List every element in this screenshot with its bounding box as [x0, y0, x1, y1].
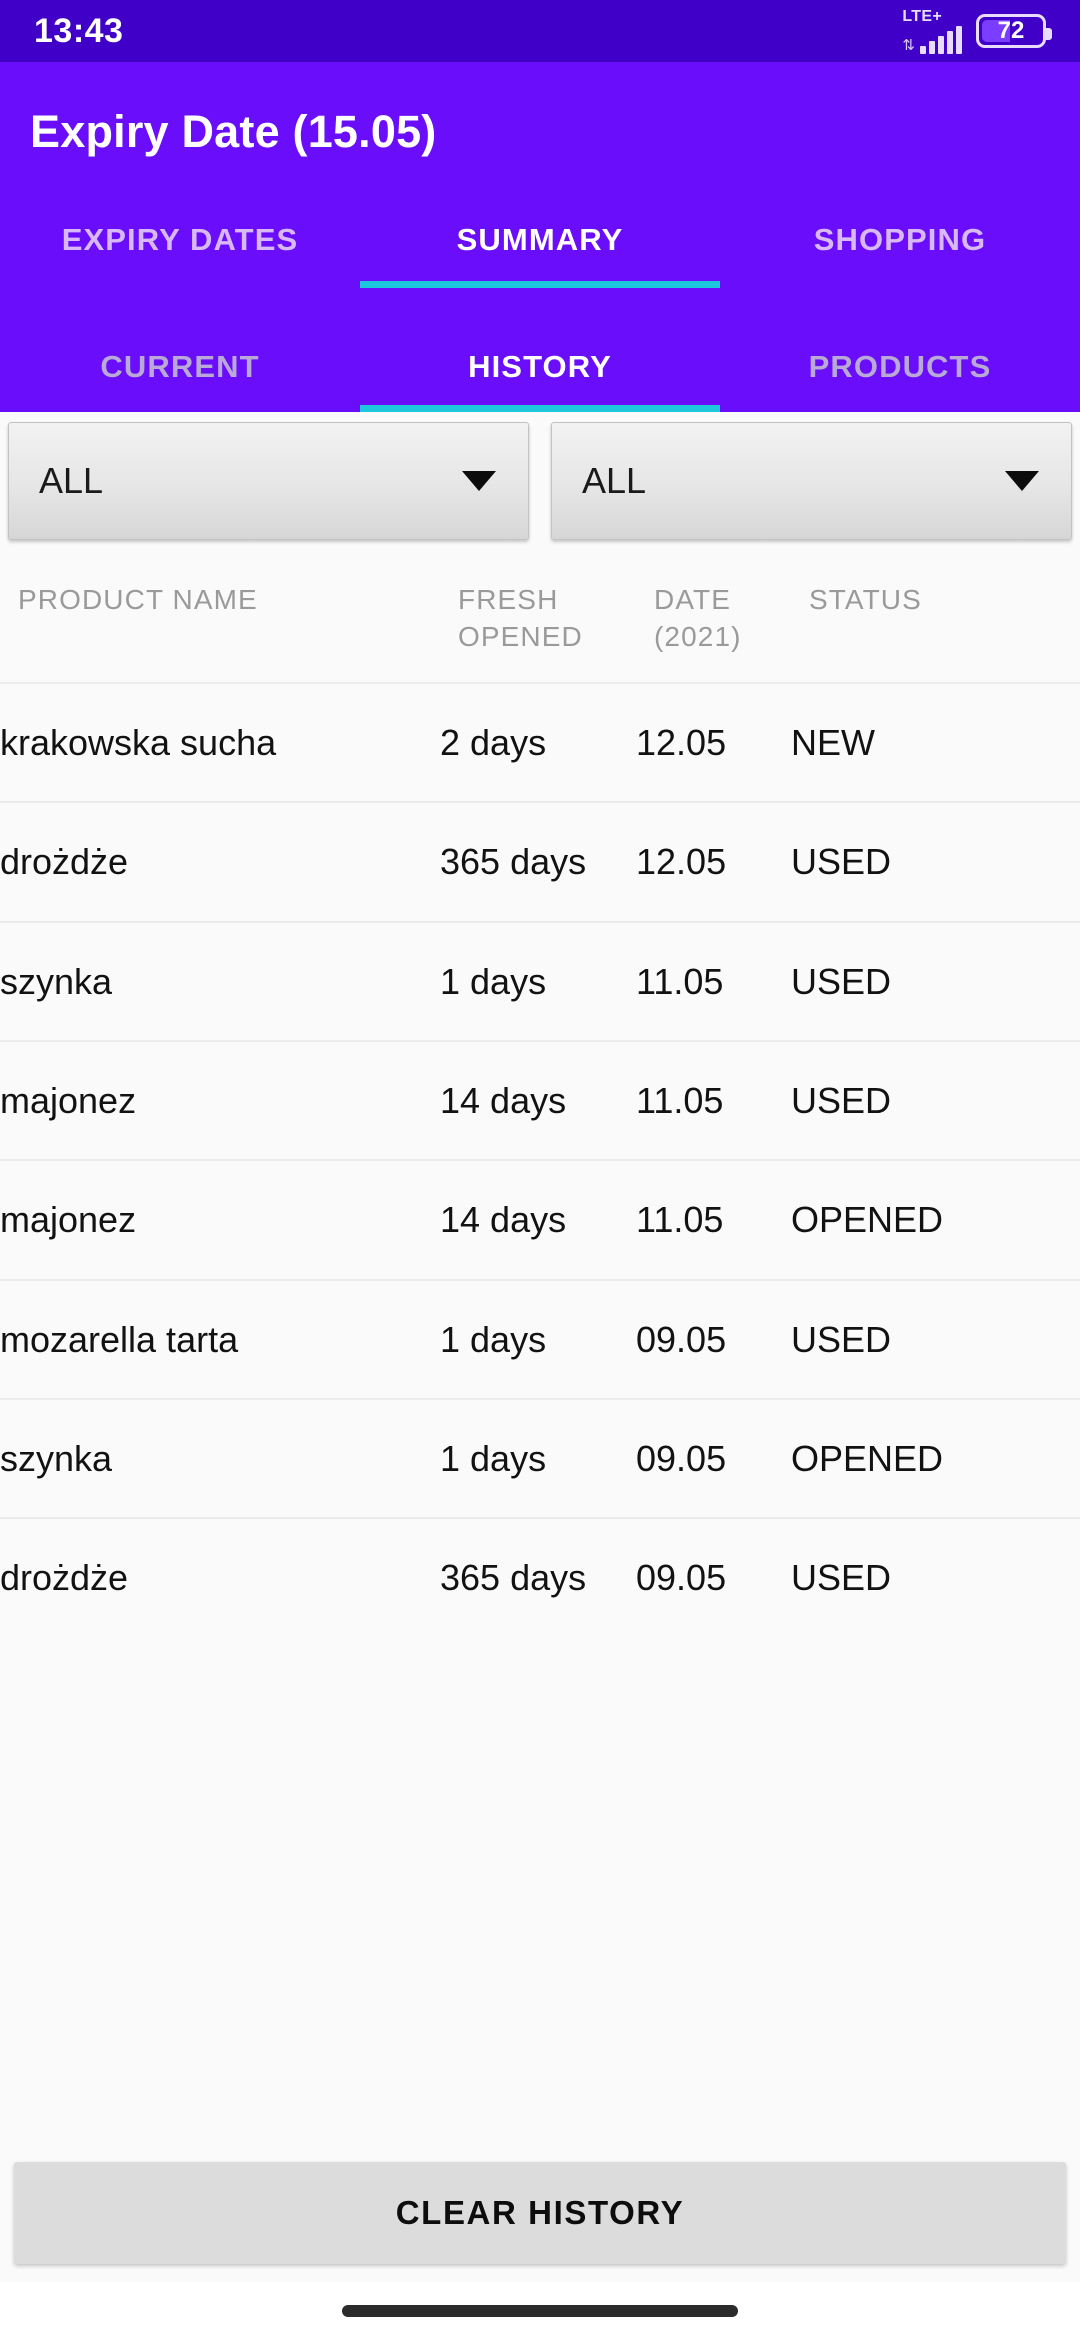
status-filter-dropdown[interactable]: ALL — [551, 422, 1072, 540]
cell-status: USED — [791, 841, 892, 883]
tab-summary[interactable]: SUMMARY — [360, 192, 720, 288]
cell-fresh-opened: 365 days — [440, 841, 587, 883]
cell-date: 09.05 — [636, 1557, 727, 1599]
tab-label: EXPIRY DATES — [61, 222, 299, 257]
table-row[interactable]: majonez 14 days 11.05 USED — [0, 1039, 1080, 1159]
primary-tab-bar: EXPIRY DATES SUMMARY SHOPPING — [0, 192, 1080, 288]
up-down-arrows-icon: ⇅ — [902, 36, 915, 54]
home-gesture-pill[interactable] — [342, 2305, 738, 2317]
filter-bar: ALL ALL — [0, 412, 1080, 552]
tab-label: HISTORY — [468, 349, 612, 384]
cell-date: 11.05 — [636, 1079, 724, 1121]
table-header-row: PRODUCT NAME FRESH OPENED DATE (2021) ST… — [0, 552, 1080, 682]
status-clock: 13:43 — [34, 11, 124, 50]
cell-fresh-opened: 2 days — [440, 721, 547, 763]
column-header-date: DATE (2021) — [654, 582, 809, 656]
table-row[interactable]: majonez 14 days 11.05 OPENED — [0, 1159, 1080, 1278]
category-filter-value: ALL — [39, 460, 104, 501]
cell-status: NEW — [791, 721, 875, 763]
tab-shopping[interactable]: SHOPPING — [720, 192, 1080, 288]
status-filter-value: ALL — [582, 460, 647, 501]
battery-icon: 72 — [976, 14, 1052, 48]
cell-product-name: mozarella tarta — [0, 1318, 239, 1360]
tab-history[interactable]: HISTORY — [360, 322, 720, 412]
column-header-line1: FRESH — [458, 584, 559, 615]
cell-fresh-opened: 14 days — [440, 1079, 567, 1121]
secondary-tab-bar: CURRENT HISTORY PRODUCTS — [0, 322, 1080, 412]
tab-label: SUMMARY — [456, 222, 624, 257]
column-header-fresh-opened: FRESH OPENED — [458, 582, 654, 656]
signal-bars-icon — [920, 25, 962, 54]
cell-date: 12.05 — [636, 841, 727, 883]
tab-expiry-dates[interactable]: EXPIRY DATES — [0, 192, 360, 288]
cell-product-name: drożdże — [0, 1557, 129, 1599]
table-body: krakowska sucha 2 days 12.05 NEW drożdże 365 … — [0, 681, 1080, 1637]
table-row[interactable]: drożdże 365 days 09.05 USED — [0, 1517, 1080, 1636]
tab-label: PRODUCTS — [808, 349, 992, 384]
cell-fresh-opened: 14 days — [440, 1199, 567, 1241]
category-filter-dropdown[interactable]: ALL — [8, 422, 529, 540]
cell-product-name: szynka — [0, 960, 113, 1002]
system-navigation-bar — [0, 2282, 1080, 2340]
active-tab-indicator — [360, 281, 720, 288]
cell-status: USED — [791, 1079, 892, 1121]
column-header-product-name: PRODUCT NAME — [18, 584, 258, 615]
column-header-status: STATUS — [809, 584, 922, 615]
caret-down-icon — [1005, 471, 1039, 491]
column-header-line2: (2021) — [654, 620, 742, 652]
cell-product-name: szynka — [0, 1438, 113, 1480]
cell-date: 09.05 — [636, 1438, 727, 1480]
table-row[interactable]: szynka 1 days 11.05 USED — [0, 920, 1080, 1040]
caret-down-icon — [462, 471, 496, 491]
cell-product-name: majonez — [0, 1079, 137, 1121]
table-row[interactable]: krakowska sucha 2 days 12.05 NEW — [0, 681, 1080, 801]
battery-percent-label: 72 — [997, 17, 1025, 44]
cell-status: USED — [791, 1318, 892, 1360]
app-screen: 13:43 LTE+ ⇅ 72 Expiry Date (15.05) EXPI… — [0, 0, 1080, 2340]
status-icons: LTE+ ⇅ 72 — [902, 7, 1052, 54]
cell-date: 11.05 — [636, 1199, 724, 1241]
cell-status: USED — [791, 1557, 892, 1599]
tab-products[interactable]: PRODUCTS — [720, 322, 1080, 412]
clear-history-button[interactable]: CLEAR HISTORY — [14, 2162, 1066, 2264]
network-indicator: LTE+ ⇅ — [902, 7, 962, 54]
cell-fresh-opened: 1 days — [440, 1318, 547, 1360]
cell-status: OPENED — [791, 1199, 944, 1241]
cell-product-name: drożdże — [0, 841, 129, 883]
cell-date: 11.05 — [636, 960, 724, 1002]
app-bar: Expiry Date (15.05) EXPIRY DATES SUMMARY… — [0, 62, 1080, 412]
tab-label: SHOPPING — [813, 222, 987, 257]
cell-fresh-opened: 1 days — [440, 1438, 547, 1480]
tab-current[interactable]: CURRENT — [0, 322, 360, 412]
cell-fresh-opened: 1 days — [440, 960, 547, 1002]
status-bar: 13:43 LTE+ ⇅ 72 — [0, 0, 1080, 62]
cell-date: 09.05 — [636, 1318, 727, 1360]
history-table: PRODUCT NAME FRESH OPENED DATE (2021) ST… — [0, 552, 1080, 1637]
cell-fresh-opened: 365 days — [440, 1557, 587, 1599]
column-header-line1: DATE — [654, 584, 731, 615]
active-tab-indicator — [360, 405, 720, 412]
table-row[interactable]: szynka 1 days 09.05 OPENED — [0, 1398, 1080, 1517]
network-type-label: LTE+ — [902, 7, 942, 25]
cell-product-name: majonez — [0, 1199, 137, 1241]
cell-product-name: krakowska sucha — [0, 721, 277, 763]
tab-label: CURRENT — [100, 349, 260, 384]
page-title: Expiry Date (15.05) — [30, 106, 437, 157]
bottom-area: CLEAR HISTORY — [0, 2162, 1080, 2340]
cell-status: USED — [791, 960, 892, 1002]
column-header-line2: OPENED — [458, 620, 583, 652]
cell-status: OPENED — [791, 1438, 944, 1480]
table-row[interactable]: drożdże 365 days 12.05 USED — [0, 801, 1080, 920]
cell-date: 12.05 — [636, 721, 727, 763]
table-row[interactable]: mozarella tarta 1 days 09.05 USED — [0, 1278, 1080, 1398]
